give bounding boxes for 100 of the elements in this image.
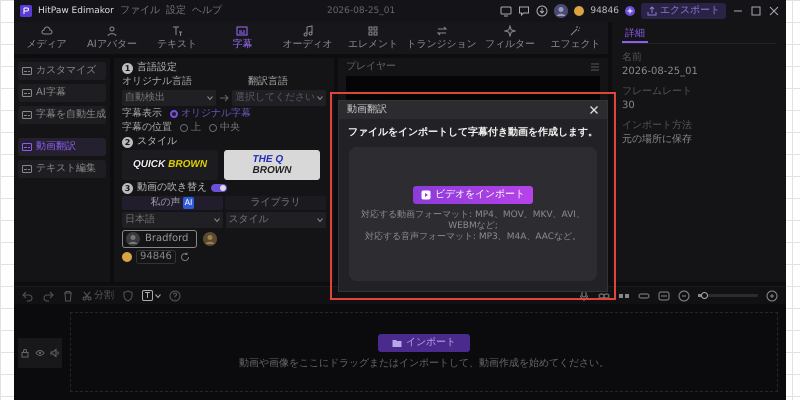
sidebar-item[interactable]: 動画翻訳 — [18, 138, 106, 156]
folder-icon — [392, 338, 402, 348]
style-dropdown[interactable]: スタイル — [226, 212, 326, 228]
undo-icon[interactable] — [22, 290, 34, 302]
help-icon[interactable] — [168, 290, 181, 302]
toolbar-tab[interactable]: トランジション — [406, 23, 478, 53]
arrow-icon — [219, 93, 229, 103]
radio-option[interactable]: オリジナル字幕 — [170, 108, 251, 120]
language-dropdown[interactable]: 日本語 — [122, 212, 222, 228]
fit-icon[interactable] — [658, 290, 670, 302]
field-label: オリジナル言語 — [122, 76, 192, 88]
scissors-icon — [82, 290, 92, 300]
voice-card[interactable]: Bradford — [122, 230, 198, 248]
sidebar-item[interactable]: AI字幕 — [18, 84, 106, 102]
plus-icon[interactable] — [625, 6, 635, 16]
app-name: HitPaw Edimakor — [38, 5, 114, 17]
import-button[interactable]: インポート — [378, 334, 470, 352]
avatar-icon[interactable] — [203, 232, 218, 246]
import-video-button[interactable]: ビデオをインポート — [413, 186, 533, 204]
refresh-icon[interactable] — [180, 252, 190, 262]
video-icon — [421, 190, 431, 200]
step-number: 3 — [122, 182, 133, 194]
toolbar-tab[interactable]: エレメント — [340, 23, 406, 53]
radio-button[interactable] — [180, 124, 188, 132]
toolbar-tab[interactable]: オーディオ — [275, 23, 340, 53]
trash-icon[interactable] — [62, 290, 74, 302]
style-card[interactable]: THE Q BROWN — [224, 150, 320, 180]
caret-icon — [317, 95, 323, 101]
menu-icon[interactable] — [590, 62, 600, 72]
field-value: 元の場所に保存 — [622, 134, 693, 146]
details-tab[interactable]: 詳細 — [622, 28, 648, 43]
toolbar-tab[interactable]: 字幕 — [210, 23, 275, 53]
radio-option[interactable]: 上 — [180, 122, 201, 134]
caret-icon — [154, 292, 161, 298]
panel-title: プレイヤー — [346, 61, 396, 73]
zoom-out-icon[interactable] — [678, 290, 690, 302]
subtitle-icon — [22, 142, 32, 152]
radio-option[interactable]: 中央 — [209, 122, 240, 134]
close-icon[interactable] — [768, 5, 780, 17]
preview-word: BROWN — [168, 159, 208, 171]
menu-item[interactable]: ファイル — [120, 5, 160, 17]
coin-icon — [574, 6, 584, 16]
caret-icon — [207, 95, 213, 101]
export-button[interactable]: エクスポート — [641, 3, 726, 19]
section-title: 言語設定 — [137, 62, 177, 74]
preview-word: QUICK — [132, 159, 166, 171]
eye-icon[interactable] — [34, 348, 45, 358]
credit-balance: 94846 — [136, 250, 176, 264]
timeline-drop-zone[interactable]: インポート 動画や画像をここにドラッグまたはインポートして、動画作成を始めてください。 — [70, 312, 778, 392]
preview-word: THE Q — [252, 154, 284, 165]
toolbar-tab[interactable]: メディア — [14, 23, 80, 53]
logo-icon — [20, 5, 32, 17]
format-note: 対応する動画フォーマット: MP4、MOV、MKV、AVI、WEBMなど; — [360, 210, 586, 232]
toolbar-tab[interactable]: AIアバター — [79, 23, 144, 53]
redo-icon[interactable] — [42, 290, 54, 302]
coin-icon — [122, 252, 132, 262]
maximize-icon[interactable] — [750, 5, 762, 17]
radio-button[interactable] — [170, 110, 178, 118]
radio-button[interactable] — [209, 124, 217, 132]
field-label: インポート方法 — [622, 120, 693, 132]
voice-tab[interactable]: 私の声 AI — [122, 196, 223, 210]
slider-thumb[interactable] — [701, 292, 708, 299]
subtitle-icon — [22, 110, 32, 120]
microphone-icon[interactable] — [578, 290, 590, 302]
original-language-dropdown[interactable]: 自動検出 — [122, 90, 216, 106]
monitor-icon[interactable] — [500, 5, 512, 17]
toolbar-tab[interactable]: フィルター — [478, 23, 543, 53]
lock-icon[interactable] — [20, 348, 30, 358]
menu-item[interactable]: 設定 — [166, 5, 186, 17]
sidebar-item[interactable]: 字幕を自動生成 — [18, 106, 106, 124]
toggle-switch[interactable] — [211, 184, 227, 192]
style-card[interactable]: QUICK BROWN — [122, 150, 218, 180]
download-icon[interactable] — [536, 5, 548, 17]
file-drop-area[interactable]: ビデオをインポート 対応する動画フォーマット: MP4、MOV、MKV、AVI、WEBMなど; 対応する音声フォーマット: MP3、M4A、AACなど。 — [349, 147, 597, 281]
split-button[interactable]: 分割 — [82, 290, 114, 302]
coin-balance: 94846 — [590, 5, 619, 17]
subtitle-icon — [22, 164, 32, 174]
field-value: 2026-08-25_01 — [622, 66, 699, 78]
target-language-dropdown[interactable]: 選択してください — [232, 90, 326, 106]
zoom-in-icon[interactable] — [766, 290, 778, 302]
sparkle-icon — [504, 25, 516, 37]
sidebar-item[interactable]: カスタマイズ — [18, 62, 106, 80]
toolbar-tab[interactable]: テキスト — [144, 23, 210, 53]
toolbar-tab[interactable]: エフェクト — [542, 23, 608, 53]
music-note-icon — [302, 25, 314, 37]
swap-icon — [436, 25, 448, 37]
field-label: 名前 — [622, 52, 643, 64]
sidebar-item[interactable]: テキスト編集 — [18, 160, 106, 178]
drop-hint: 動画や画像をここにドラッグまたはインポートして、動画作成を始めてください。 — [239, 358, 609, 370]
menu-item[interactable]: ヘルプ — [192, 5, 222, 17]
shield-icon[interactable] — [122, 290, 134, 302]
avatar-icon[interactable] — [554, 4, 568, 18]
voice-tab[interactable]: ライブラリ — [225, 196, 326, 210]
chat-icon[interactable] — [518, 5, 530, 17]
field-label: 翻訳言語 — [248, 76, 288, 88]
cloud-icon — [40, 25, 53, 37]
person-icon — [106, 25, 118, 37]
avatar-icon — [126, 232, 140, 246]
dialog-heading: ファイルをインポートして字幕付き動画を作成します。 — [347, 125, 599, 140]
speaker-icon[interactable] — [50, 348, 60, 358]
